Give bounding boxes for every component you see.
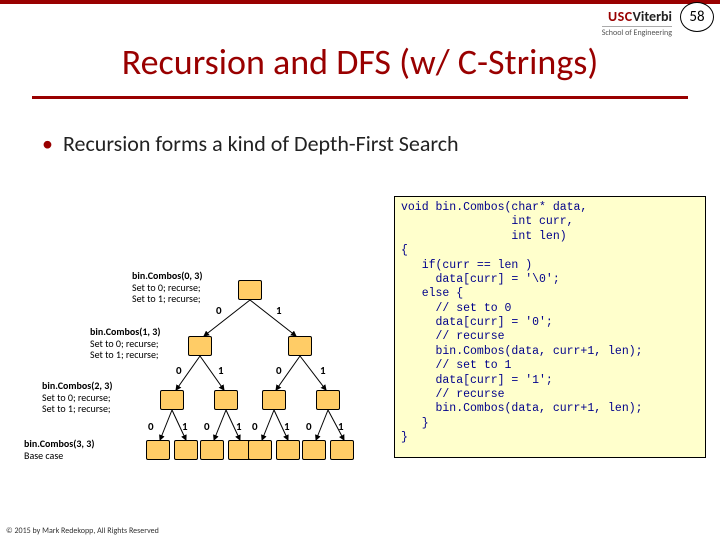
slide: 58 USCViterbi School of Engineering Recu… (0, 0, 720, 540)
annotation-level2: bin.Combos(2, 3) Set to 0; recurse; Set … (42, 380, 112, 415)
tree-leaf (174, 440, 198, 460)
edge-label: 0 (148, 420, 154, 433)
tree-node (160, 390, 184, 410)
tree-leaf (276, 440, 300, 460)
logo-usc: USC (608, 8, 633, 25)
edge-label: 1 (182, 420, 188, 433)
tree-node (316, 390, 340, 410)
slide-title: Recursion and DFS (w/ C-Strings) (0, 40, 720, 84)
title-rule (32, 96, 688, 99)
edge-label: 1 (320, 364, 326, 377)
usc-viterbi-logo: USCViterbi School of Engineering (602, 8, 672, 38)
edge-label: 0 (204, 420, 210, 433)
recursion-tree: 0 1 0 1 0 1 0 1 0 1 0 1 0 1 bin.Combos(0… (18, 240, 388, 480)
edge-label: 1 (338, 420, 344, 433)
edge-label: 0 (176, 364, 182, 377)
edge-label: 1 (236, 420, 242, 433)
edge-label: 1 (218, 364, 224, 377)
slide-footer: © 2015 by Mark Redekopp, All Rights Rese… (6, 526, 159, 536)
tree-node (188, 336, 212, 356)
bullet-text: Recursion forms a kind of Depth-First Se… (63, 130, 459, 157)
top-accent-bar (0, 0, 720, 4)
annot-line: Base case (24, 449, 63, 462)
tree-leaf (146, 440, 170, 460)
code-listing: void bin.Combos(char* data, int curr, in… (394, 196, 706, 458)
edge-label: 0 (216, 304, 222, 317)
edge-label: 1 (276, 304, 282, 317)
annot-line: Set to 1; recurse; (90, 348, 159, 361)
logo-school: School of Engineering (602, 26, 672, 38)
tree-leaf (302, 440, 326, 460)
tree-node (262, 390, 286, 410)
tree-node (214, 390, 238, 410)
annotation-level1: bin.Combos(1, 3) Set to 0; recurse; Set … (90, 326, 160, 361)
annot-line: Set to 1; recurse; (42, 402, 111, 415)
annotation-level3: bin.Combos(3, 3) Base case (24, 438, 94, 461)
edge-label: 0 (306, 420, 312, 433)
tree-node (288, 336, 312, 356)
annot-line: Set to 1; recurse; (132, 292, 201, 305)
edge-label: 0 (276, 364, 282, 377)
tree-node-root (238, 280, 262, 300)
tree-leaf (200, 440, 224, 460)
bullet-row: • Recursion forms a kind of Depth-First S… (42, 130, 700, 157)
tree-leaf (330, 440, 354, 460)
logo-viterbi: Viterbi (633, 8, 672, 25)
bullet-dot-icon: • (42, 130, 53, 157)
page-number-badge: 58 (680, 2, 714, 32)
edge-label: 1 (284, 420, 290, 433)
edge-label: 0 (252, 420, 258, 433)
annotation-level0: bin.Combos(0, 3) Set to 0; recurse; Set … (132, 270, 202, 305)
tree-leaf (248, 440, 272, 460)
